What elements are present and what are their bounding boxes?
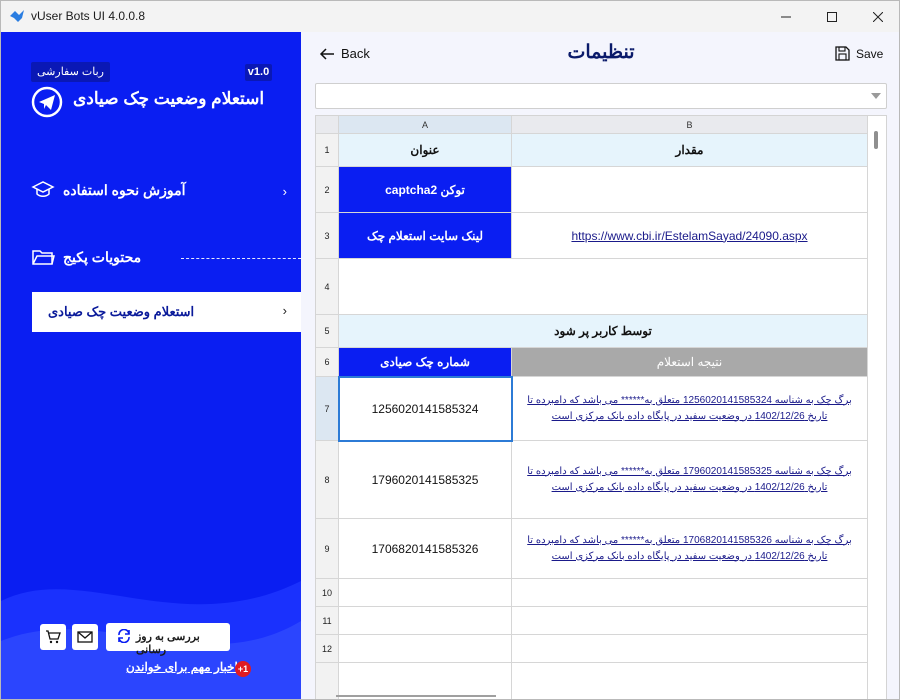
grid-cell-result[interactable]: برگ چک به شناسه 1706820141585326 متعلق ب…	[512, 519, 868, 579]
cell-selection	[338, 376, 513, 442]
grid-cell[interactable]: 1796020141585325	[339, 441, 512, 519]
mail-icon	[77, 631, 93, 643]
graduation-cap-icon	[31, 181, 55, 197]
row-header[interactable]: 5	[316, 315, 339, 348]
grid-cell[interactable]	[512, 635, 868, 663]
update-label: بررسی به روز رسانی	[136, 631, 200, 656]
grid-cell[interactable]: شماره چک صیادی	[339, 348, 512, 377]
sidebar-wave-decoration	[1, 581, 301, 699]
grid-corner	[316, 116, 339, 134]
close-icon	[873, 11, 883, 22]
folder-icon	[32, 250, 55, 265]
grid-cell[interactable]	[512, 579, 868, 607]
grid-cell[interactable]	[512, 663, 868, 699]
cart-button[interactable]	[40, 624, 66, 650]
cart-icon	[46, 630, 61, 644]
refresh-icon	[118, 629, 130, 643]
sheet-selector[interactable]	[315, 83, 887, 109]
grid-cell[interactable]: توسط کاربر پر شود	[339, 315, 868, 348]
grid-cell-link[interactable]: https://www.cbi.ir/EstelamSayad/24090.as…	[512, 213, 868, 259]
row-header[interactable]: 1	[316, 134, 339, 167]
chevron-icon: ›	[282, 184, 287, 199]
custom-bot-badge: ربات سفارشی	[31, 62, 110, 82]
grid-cell[interactable]	[512, 607, 868, 635]
grid-cell[interactable]	[339, 579, 512, 607]
row-header[interactable]: 12	[316, 635, 339, 663]
version-badge: v1.0	[245, 64, 272, 81]
chevron-icon: ›	[282, 303, 287, 318]
row-header[interactable]: 10	[316, 579, 339, 607]
maximize-button[interactable]	[809, 1, 855, 32]
title-bar: vUser Bots UI 4.0.0.8	[1, 1, 899, 32]
sidebar-item-cheque-inquiry[interactable]: استعلام وضعیت چک صیادی ›	[32, 292, 301, 332]
row-header[interactable]: 9	[316, 519, 339, 579]
horizontal-scrollbar[interactable]	[336, 695, 496, 697]
app-window: vUser Bots UI 4.0.0.8 ربات سفارشی v1.0 ا…	[0, 0, 900, 700]
grid-cell-result[interactable]: برگ چک به شناسه 1796020141585325 متعلق ب…	[512, 441, 868, 519]
sidebar-item-label: استعلام وضعیت چک صیادی	[48, 304, 195, 319]
sidebar-item-help[interactable]: آموزش نحوه استفاده ›	[31, 178, 293, 206]
row-header[interactable]: 6	[316, 348, 339, 377]
main-panel: Back تنظیمات Save A B 1 2 3 4 5 6 7 8 9 …	[301, 32, 899, 699]
dropdown-arrow-icon	[871, 93, 881, 99]
minimize-icon	[781, 16, 791, 17]
sidebar-item-package[interactable]: محتویات پکیج	[31, 245, 301, 273]
sidebar: ربات سفارشی v1.0 استعلام وضعیت چک صیادی …	[1, 32, 301, 699]
grid-cell[interactable]	[339, 607, 512, 635]
telegram-bot-icon	[31, 86, 63, 118]
window-title: vUser Bots UI 4.0.0.8	[31, 9, 146, 23]
grid-cell[interactable]	[339, 635, 512, 663]
sidebar-item-label: محتویات پکیج	[63, 249, 142, 265]
save-icon	[835, 46, 850, 61]
grid-cell[interactable]: مقدار	[512, 134, 868, 167]
minimize-button[interactable]	[763, 1, 809, 32]
divider	[181, 258, 301, 259]
grid-cell[interactable]: لینک سایت استعلام چک	[339, 213, 512, 259]
save-label: Save	[856, 46, 884, 61]
grid-cell[interactable]: 1706820141585326	[339, 519, 512, 579]
row-header[interactable]: 4	[316, 259, 339, 315]
grid-cell[interactable]: عنوان	[339, 134, 512, 167]
news-link[interactable]: اخبار مهم برای خواندن	[126, 660, 238, 674]
grid-cell[interactable]: captchaتوکن 2	[339, 167, 512, 213]
bot-title: استعلام وضعیت چک صیادی	[73, 89, 265, 108]
save-button[interactable]: Save	[835, 46, 883, 61]
spreadsheet-grid[interactable]: A B 1 2 3 4 5 6 7 8 9 10 11 12 عنوان مقد…	[315, 115, 887, 699]
app-logo-icon	[10, 10, 24, 22]
column-header-b[interactable]: B	[512, 116, 868, 134]
grid-cell[interactable]	[339, 259, 868, 315]
close-button[interactable]	[855, 1, 899, 32]
maximize-icon	[827, 11, 837, 22]
row-header[interactable]: 8	[316, 441, 339, 519]
grid-cell-result[interactable]: برگ چک به شناسه 1256020141585324 متعلق ب…	[512, 377, 868, 441]
mail-button[interactable]	[72, 624, 98, 650]
row-header[interactable]: 11	[316, 607, 339, 635]
sidebar-item-label: آموزش نحوه استفاده	[63, 182, 186, 198]
news-count-badge: +1	[235, 661, 251, 677]
row-header[interactable]: 7	[316, 377, 339, 441]
row-header[interactable]: 3	[316, 213, 339, 259]
grid-cell[interactable]	[512, 167, 868, 213]
row-header[interactable]: 2	[316, 167, 339, 213]
column-header-a[interactable]: A	[339, 116, 512, 134]
grid-cell[interactable]: نتیجه استعلام	[512, 348, 868, 377]
check-update-button[interactable]: بررسی به روز رسانی	[106, 623, 230, 656]
page-title: تنظیمات	[567, 42, 635, 63]
vertical-scrollbar[interactable]	[874, 131, 878, 149]
